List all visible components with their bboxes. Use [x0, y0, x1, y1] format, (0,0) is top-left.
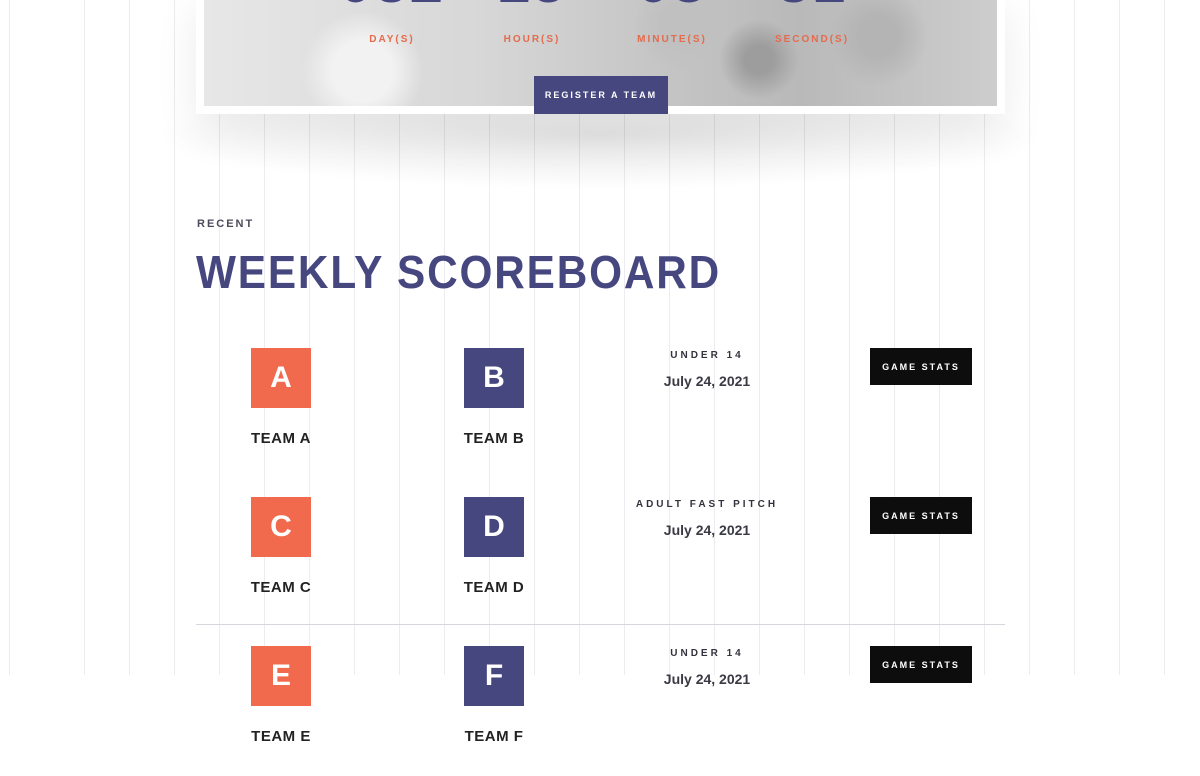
section-title: WEEKLY SCOREBOARD [196, 246, 722, 298]
team-name: TEAM C [250, 579, 312, 596]
match-info: UNDER 14 July 24, 2021 [616, 648, 798, 687]
division-label: UNDER 14 [670, 350, 744, 361]
match-date: July 24, 2021 [663, 373, 751, 389]
match-info: ADULT FAST PITCH July 24, 2021 [616, 499, 798, 538]
team-name: TEAM D [463, 579, 525, 596]
game-stats-button[interactable]: GAME STATS [870, 497, 972, 534]
division-label: UNDER 14 [670, 648, 744, 659]
team-badge: E [251, 646, 311, 706]
game-row: C TEAM C D TEAM D ADULT FAST PITCH July … [196, 497, 1005, 627]
game-row: A TEAM A B TEAM B UNDER 14 July 24, 2021… [196, 348, 1005, 478]
countdown-days-label: DAY(S) [369, 34, 415, 45]
team-badge: A [251, 348, 311, 408]
team-badge: B [464, 348, 524, 408]
game-stats-button[interactable]: GAME STATS [870, 646, 972, 683]
countdown-seconds-value: 31 [742, 0, 882, 12]
countdown-minutes-value: 08 [602, 0, 742, 12]
team-badge: D [464, 497, 524, 557]
countdown-hours-label: HOUR(S) [503, 34, 561, 45]
row-divider [196, 624, 1005, 625]
register-team-button[interactable]: REGISTER A TEAM [534, 76, 668, 114]
match-date: July 24, 2021 [663, 522, 751, 538]
countdown-days-value: 032 [322, 0, 462, 12]
team-name: TEAM B [463, 430, 525, 447]
team-badge: C [251, 497, 311, 557]
countdown-hours-value: 15 [462, 0, 602, 12]
team-badge: F [464, 646, 524, 706]
game-stats-button[interactable]: GAME STATS [870, 348, 972, 385]
game-row: E TEAM E F TEAM F UNDER 14 July 24, 2021… [196, 646, 1005, 776]
team-name: TEAM F [464, 728, 524, 745]
match-date: July 24, 2021 [663, 671, 751, 687]
countdown-seconds-label: SECOND(S) [774, 34, 850, 45]
division-label: ADULT FAST PITCH [635, 499, 779, 510]
team-name: TEAM A [251, 430, 311, 447]
hero-countdown-card: 032 DAY(S) 15 HOUR(S) 08 MINUTE(S) 31 SE… [196, 0, 1005, 114]
match-info: UNDER 14 July 24, 2021 [616, 350, 798, 389]
team-name: TEAM E [251, 728, 311, 745]
countdown-minutes-label: MINUTE(S) [637, 34, 707, 45]
section-eyebrow: RECENT [197, 218, 255, 230]
